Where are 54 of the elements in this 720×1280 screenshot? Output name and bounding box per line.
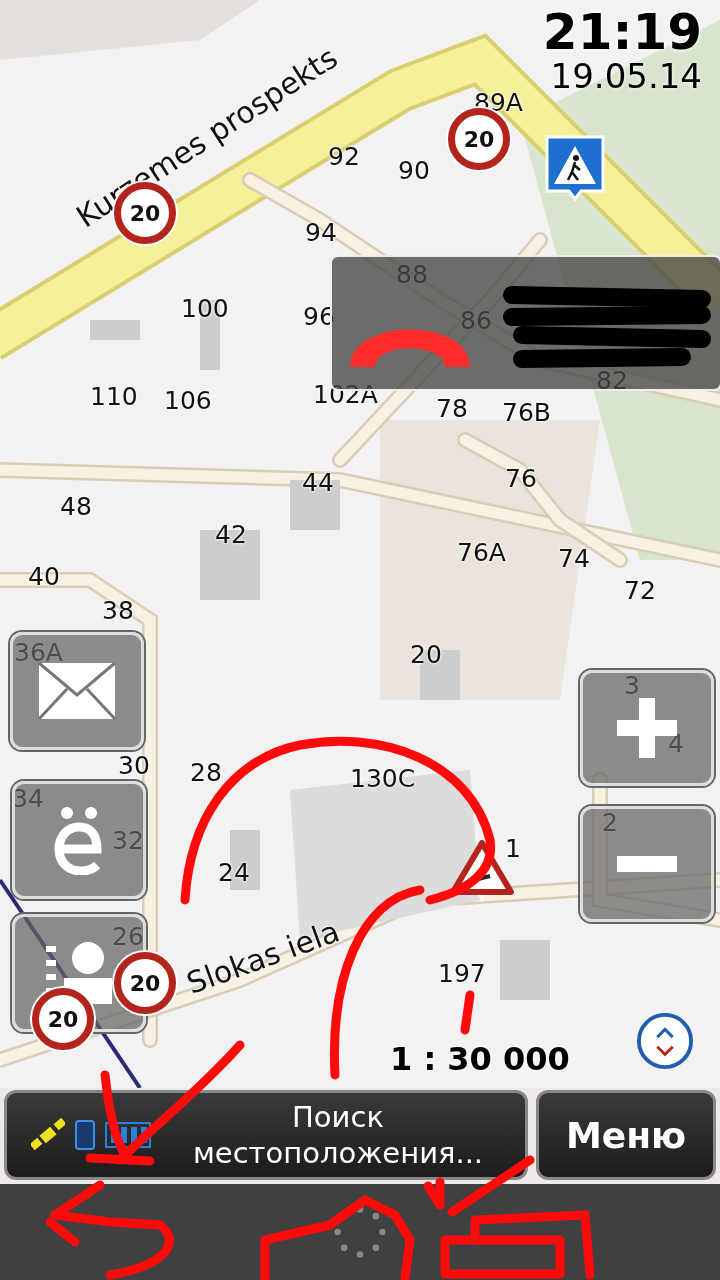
- house-number: 76: [505, 466, 537, 491]
- house-number: 26: [112, 924, 144, 949]
- loading-spinner-icon: [332, 1204, 388, 1260]
- house-number: 76A: [457, 540, 506, 565]
- house-number: 74: [558, 546, 590, 571]
- minus-icon: [617, 856, 677, 872]
- zoom-in-button[interactable]: [580, 670, 714, 786]
- house-number: 197: [438, 961, 486, 986]
- compass-icon[interactable]: [636, 1012, 694, 1070]
- house-number: 20: [410, 642, 442, 667]
- map-scale: 1 : 30 000: [390, 1040, 570, 1078]
- house-number: 38: [102, 598, 134, 623]
- house-number: 76B: [502, 400, 551, 425]
- clock-date: 19.05.14: [550, 58, 702, 95]
- house-number: 36A: [14, 640, 63, 665]
- menu-button[interactable]: Меню: [536, 1090, 716, 1180]
- building: [90, 320, 140, 340]
- house-number: 42: [215, 522, 247, 547]
- house-number: 92: [328, 144, 360, 169]
- messages-button[interactable]: [10, 632, 144, 750]
- house-number: 4: [668, 731, 684, 756]
- house-number: 34: [12, 786, 44, 811]
- speed-limit-sign: 20: [32, 988, 94, 1050]
- house-number: 94: [305, 220, 337, 245]
- street-name: Slokas iela: [182, 913, 344, 1001]
- battery-icon: [105, 1122, 151, 1148]
- house-number: 130C: [350, 766, 416, 791]
- house-number: 48: [60, 494, 92, 519]
- pedestrian-crossing-icon: [544, 134, 606, 202]
- house-number: 40: [28, 564, 60, 589]
- house-number: 106: [164, 388, 212, 413]
- scribble-stroke: [460, 990, 475, 1035]
- house-number: 3: [624, 673, 640, 698]
- speed-limit-sign: 20: [114, 952, 176, 1014]
- house-number: 100: [181, 296, 229, 321]
- clock-time: 21:19: [542, 6, 702, 59]
- house-number: 90: [398, 158, 430, 183]
- house-number: 24: [218, 860, 250, 885]
- house-number: 72: [624, 578, 656, 603]
- phone-icon: [75, 1120, 95, 1150]
- house-number: 32: [112, 828, 144, 853]
- zoom-out-button[interactable]: [580, 806, 714, 922]
- house-number: 110: [90, 384, 138, 409]
- status-text: Поиск местоположения...: [191, 1098, 485, 1172]
- house-number: 1: [505, 836, 521, 861]
- house-number: 78: [436, 396, 468, 421]
- satellite-icon: [31, 1118, 65, 1152]
- envelope-icon: [37, 661, 117, 721]
- social-app-button[interactable]: [12, 781, 146, 899]
- house-number: 28: [190, 760, 222, 785]
- house-number: 44: [302, 470, 334, 495]
- house-number: 30: [118, 753, 150, 778]
- building: [500, 940, 550, 1000]
- house-number: 2: [602, 810, 618, 835]
